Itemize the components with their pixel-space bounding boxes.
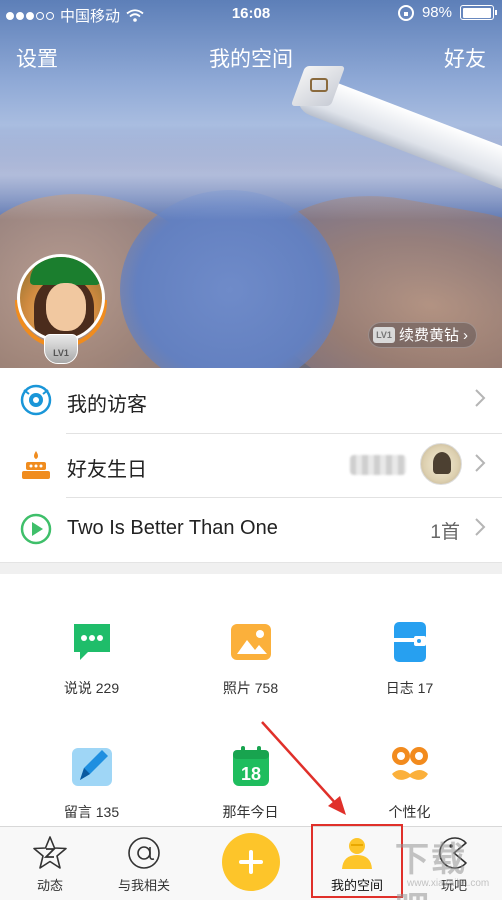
- level-badge: LV1: [44, 334, 78, 364]
- tab-mentions[interactable]: 与我相关: [94, 827, 194, 900]
- grid-label: 留言 135: [63, 804, 120, 820]
- grid-label: 那年今日: [222, 804, 279, 820]
- tab-label: 动态: [36, 878, 63, 893]
- at-icon: [128, 837, 160, 869]
- chevron-right-icon: ›: [463, 327, 469, 344]
- calendar-day: 18: [241, 764, 261, 784]
- star-z-icon: [33, 836, 67, 869]
- airline-logo-icon: [310, 78, 328, 92]
- grid-item-personalize[interactable]: 个性化: [326, 574, 493, 820]
- annotation-highlight-box: [311, 824, 403, 898]
- renew-vip-button[interactable]: LV1 续费黄钻 ›: [368, 322, 478, 348]
- grid-item-on-this-day[interactable]: 18 那年今日: [167, 574, 334, 820]
- visitors-label: 我的访客: [67, 394, 147, 416]
- battery-percent: 98%: [421, 4, 452, 21]
- feature-grid: 说说 229 照片 758 日志 17 留言 135 18 那年今日 个性化: [0, 574, 502, 826]
- rotation-lock-icon: [397, 4, 414, 21]
- status-bar: 中国移动 16:08 98%: [0, 0, 502, 28]
- feature-list: 我的访客 好友生日 Two Is Better Than One 1首: [0, 368, 502, 562]
- watermark-logo: 下载吧 www.xiazaiba.com: [395, 841, 490, 900]
- chevron-right-icon: [475, 518, 486, 536]
- mustache-icon: [392, 747, 428, 780]
- list-item-music[interactable]: Two Is Better Than One 1首: [0, 497, 502, 562]
- birthday-label: 好友生日: [67, 458, 147, 481]
- grid-label: 个性化: [388, 804, 431, 820]
- renew-label: 续费黄钻: [399, 327, 460, 344]
- nav-bar: 设置 我的空间 好友: [0, 34, 502, 78]
- calendar-icon: 18: [233, 746, 269, 786]
- section-divider: [0, 562, 502, 574]
- avatar[interactable]: [17, 254, 105, 342]
- chevron-right-icon: [475, 453, 486, 472]
- music-count: 1首: [430, 522, 460, 543]
- chevron-right-icon: [475, 389, 486, 407]
- friends-button[interactable]: 好友: [444, 43, 486, 73]
- publish-plus-button[interactable]: [222, 833, 280, 891]
- tab-label: 与我相关: [117, 878, 170, 893]
- vip-badge-icon: LV1: [373, 327, 395, 343]
- cake-icon: [22, 450, 50, 479]
- pen-icon: [72, 748, 112, 786]
- eye-icon: [20, 384, 52, 416]
- page-title: 我的空间: [209, 48, 293, 71]
- friend-avatar: [420, 442, 462, 485]
- music-title: Two Is Better Than One: [67, 517, 278, 539]
- battery-icon: [460, 5, 497, 20]
- grid-item-guestbook[interactable]: 留言 135: [8, 574, 175, 820]
- play-icon: [20, 513, 52, 545]
- list-item-visitors[interactable]: 我的访客: [0, 368, 502, 433]
- blurred-friend-name: [350, 454, 406, 475]
- list-item-birthday[interactable]: 好友生日: [0, 432, 502, 498]
- tab-feed[interactable]: 动态: [0, 827, 100, 900]
